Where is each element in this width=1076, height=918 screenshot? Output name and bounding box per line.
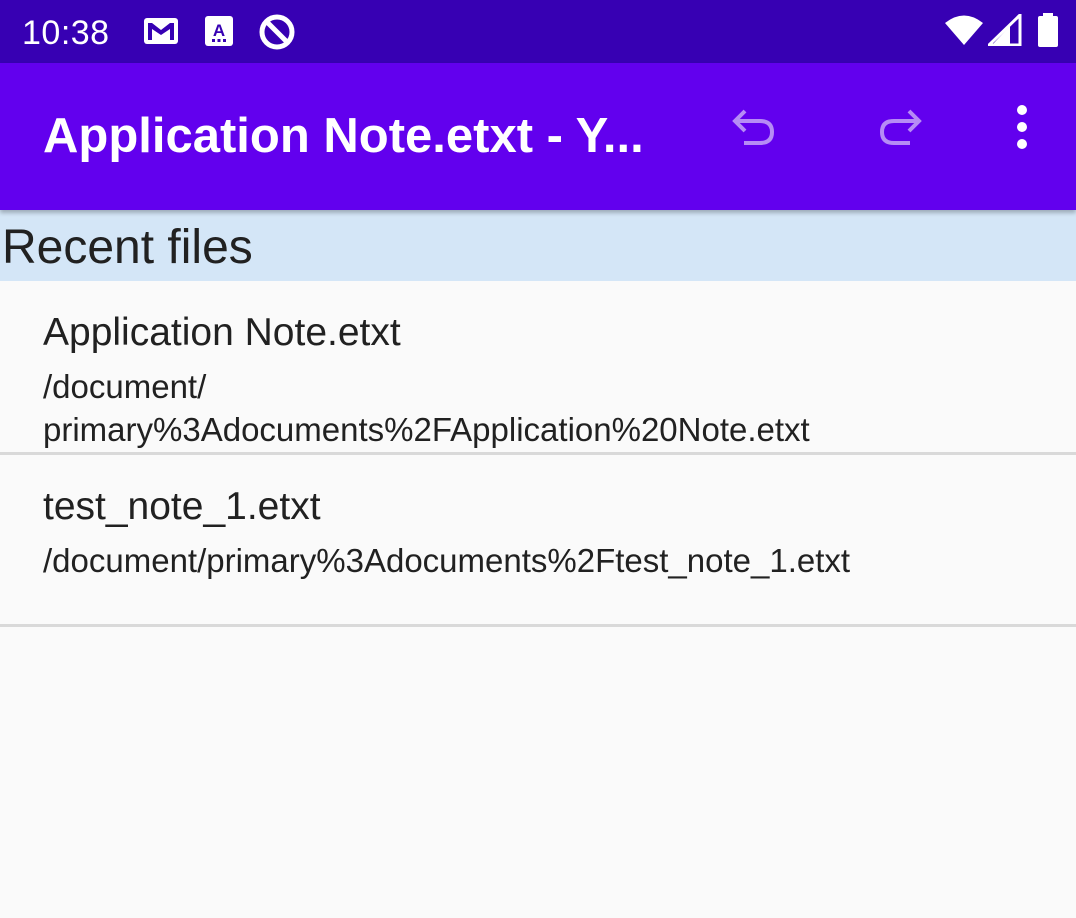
app-title: Application Note.etxt - Y... xyxy=(43,109,644,163)
recent-files-list: Application Note.etxt /document/ primary… xyxy=(0,281,1076,627)
do-not-disturb-icon xyxy=(258,13,296,56)
file-path: /document/ primary%3Adocuments%2FApplica… xyxy=(43,365,1043,451)
more-options-button[interactable] xyxy=(992,99,1052,159)
font-a-icon: A xyxy=(204,15,234,52)
undo-button[interactable] xyxy=(724,99,784,159)
gmail-icon xyxy=(143,17,179,50)
undo-icon xyxy=(730,107,778,152)
file-name: test_note_1.etxt xyxy=(43,485,321,528)
battery-icon xyxy=(1036,12,1060,53)
more-vert-icon xyxy=(1016,104,1028,154)
redo-icon xyxy=(876,107,924,152)
cell-signal-icon xyxy=(985,11,1022,51)
status-bar: 10:38 A xyxy=(0,0,1076,63)
file-path-line: /document/ xyxy=(43,368,207,405)
file-path: /document/primary%3Adocuments%2Ftest_not… xyxy=(43,542,851,579)
wifi-icon xyxy=(944,14,984,51)
redo-button[interactable] xyxy=(870,99,930,159)
list-item[interactable]: Application Note.etxt /document/ primary… xyxy=(0,281,1076,455)
status-time: 10:38 xyxy=(22,14,110,52)
app-bar: Application Note.etxt - Y... xyxy=(0,63,1076,210)
recent-files-header: Recent files xyxy=(0,210,1076,281)
svg-text:A: A xyxy=(213,21,225,40)
recent-files-title: Recent files xyxy=(2,221,253,274)
list-item[interactable]: test_note_1.etxt /document/primary%3Adoc… xyxy=(0,455,1076,627)
file-path-line: primary%3Adocuments%2FApplication%20Note… xyxy=(43,411,810,448)
file-name: Application Note.etxt xyxy=(43,311,401,354)
